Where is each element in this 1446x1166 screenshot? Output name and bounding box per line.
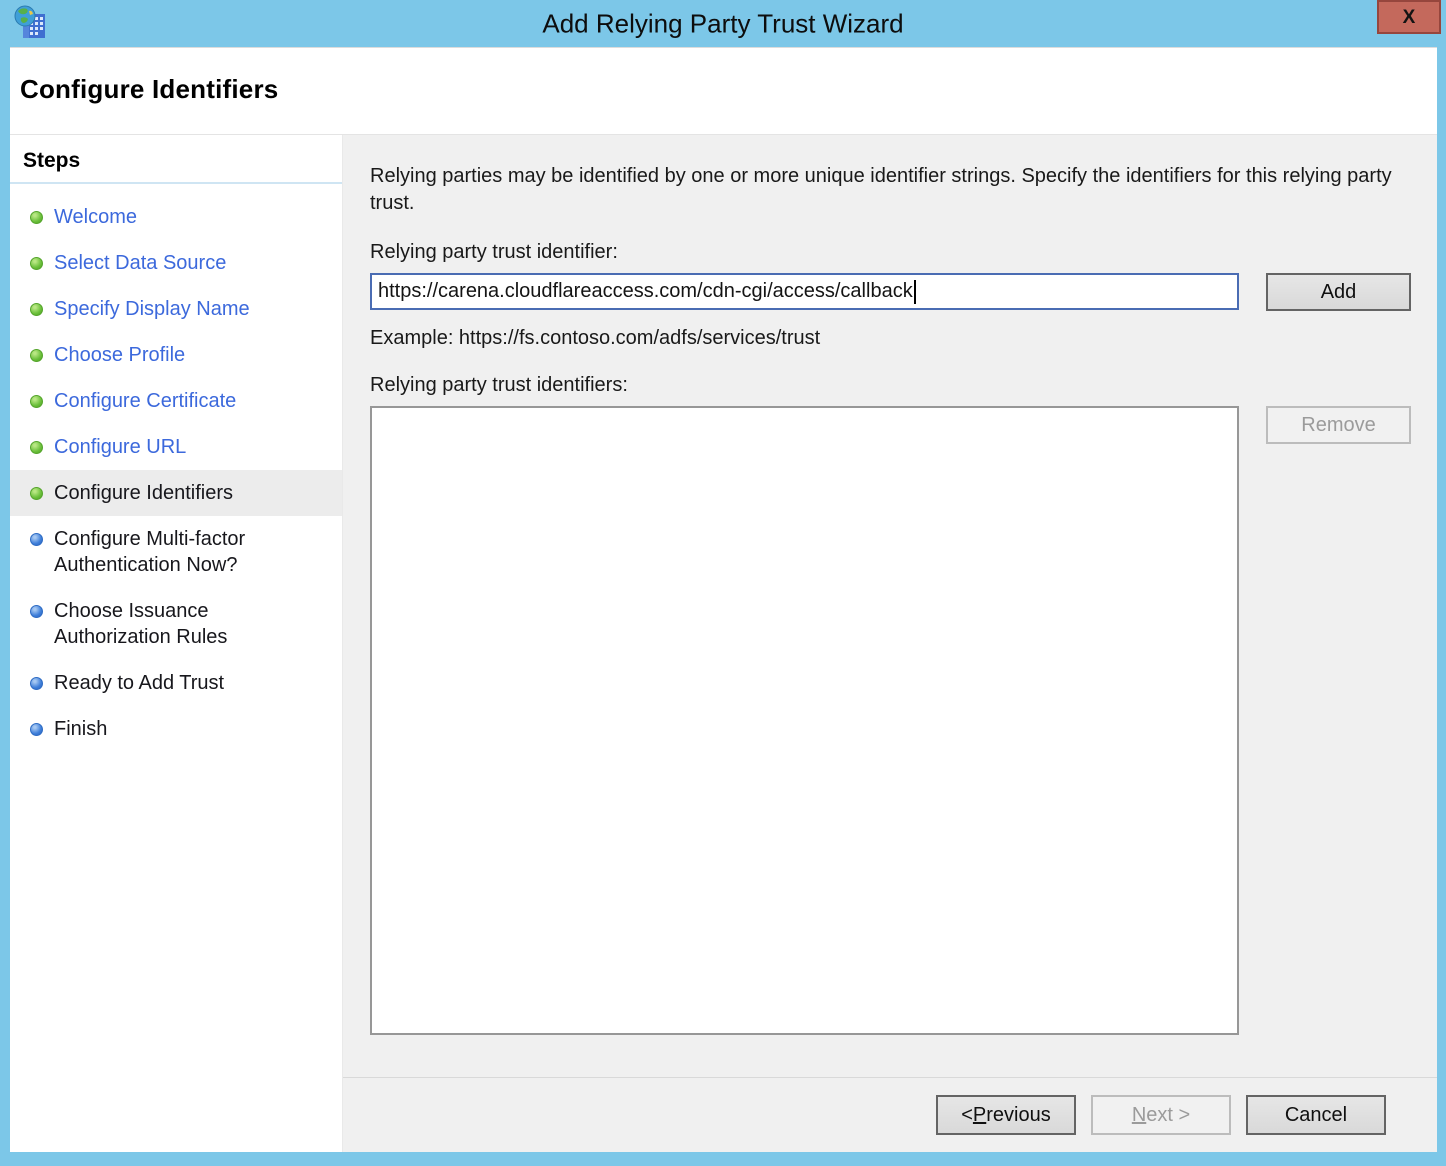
step-pending-bullet-icon	[30, 723, 43, 736]
steps-sidebar: Steps Welcome Select Data Source Specify…	[10, 135, 343, 1152]
example-text: Example: https://fs.contoso.com/adfs/ser…	[370, 327, 1413, 350]
window-title: Add Relying Party Trust Wizard	[542, 8, 903, 39]
step-item-ready-to-add-trust: Ready to Add Trust	[10, 660, 342, 706]
step-item-configure-multifactor: Configure Multi-factor Authentication No…	[10, 516, 342, 588]
steps-list: Welcome Select Data Source Specify Displ…	[10, 194, 342, 752]
content-row: Steps Welcome Select Data Source Specify…	[10, 135, 1437, 1152]
close-icon: X	[1403, 8, 1416, 27]
step-item-welcome: Welcome	[10, 194, 342, 240]
step-item-choose-profile: Choose Profile	[10, 332, 342, 378]
steps-heading: Steps	[10, 147, 342, 184]
relying-party-identifier-input[interactable]: https://carena.cloudflareaccess.com/cdn-…	[370, 273, 1239, 310]
add-button[interactable]: Add	[1266, 273, 1411, 311]
identifiers-list-row: Remove	[370, 406, 1413, 1035]
step-completed-bullet-icon	[30, 395, 43, 408]
titlebar: Add Relying Party Trust Wizard X	[0, 0, 1446, 47]
step-completed-bullet-icon	[30, 303, 43, 316]
step-completed-bullet-icon	[30, 211, 43, 224]
page-header: Configure Identifiers	[10, 47, 1437, 135]
step-completed-bullet-icon	[30, 349, 43, 362]
wizard-footer: < Previous Next > Cancel	[343, 1077, 1437, 1152]
page-title: Configure Identifiers	[20, 74, 1437, 105]
close-button[interactable]: X	[1377, 0, 1441, 34]
step-pending-bullet-icon	[30, 677, 43, 690]
text-caret	[914, 280, 916, 304]
identifier-input-value: https://carena.cloudflareaccess.com/cdn-…	[378, 280, 913, 303]
step-item-configure-url: Configure URL	[10, 424, 342, 470]
identifiers-list-label: Relying party trust identifiers:	[370, 374, 1413, 397]
step-item-configure-certificate: Configure Certificate	[10, 378, 342, 424]
cancel-button[interactable]: Cancel	[1246, 1095, 1386, 1135]
step-item-configure-identifiers: Configure Identifiers	[10, 470, 342, 516]
step-completed-bullet-icon	[30, 441, 43, 454]
step-item-select-data-source: Select Data Source	[10, 240, 342, 286]
step-pending-bullet-icon	[30, 605, 43, 618]
intro-text: Relying parties may be identified by one…	[370, 163, 1400, 217]
step-item-choose-issuance-rules: Choose Issuance Authorization Rules	[10, 588, 342, 660]
identifiers-listbox[interactable]	[370, 406, 1239, 1035]
adfs-icon	[13, 5, 49, 42]
main-content: Relying parties may be identified by one…	[343, 135, 1437, 1077]
identifier-label: Relying party trust identifier:	[370, 241, 1413, 264]
step-item-finish: Finish	[10, 706, 342, 752]
wizard-body: Configure Identifiers Steps Welcome Sele…	[10, 47, 1437, 1152]
remove-button[interactable]: Remove	[1266, 406, 1411, 444]
next-button[interactable]: Next >	[1091, 1095, 1231, 1135]
identifier-input-row: https://carena.cloudflareaccess.com/cdn-…	[370, 273, 1413, 311]
main-panel: Relying parties may be identified by one…	[343, 135, 1437, 1152]
add-relying-party-trust-wizard-window: Add Relying Party Trust Wizard X Configu…	[0, 0, 1446, 1166]
step-current-bullet-icon	[30, 487, 43, 500]
step-item-specify-display-name: Specify Display Name	[10, 286, 342, 332]
previous-button[interactable]: < Previous	[936, 1095, 1076, 1135]
step-completed-bullet-icon	[30, 257, 43, 270]
step-pending-bullet-icon	[30, 533, 43, 546]
